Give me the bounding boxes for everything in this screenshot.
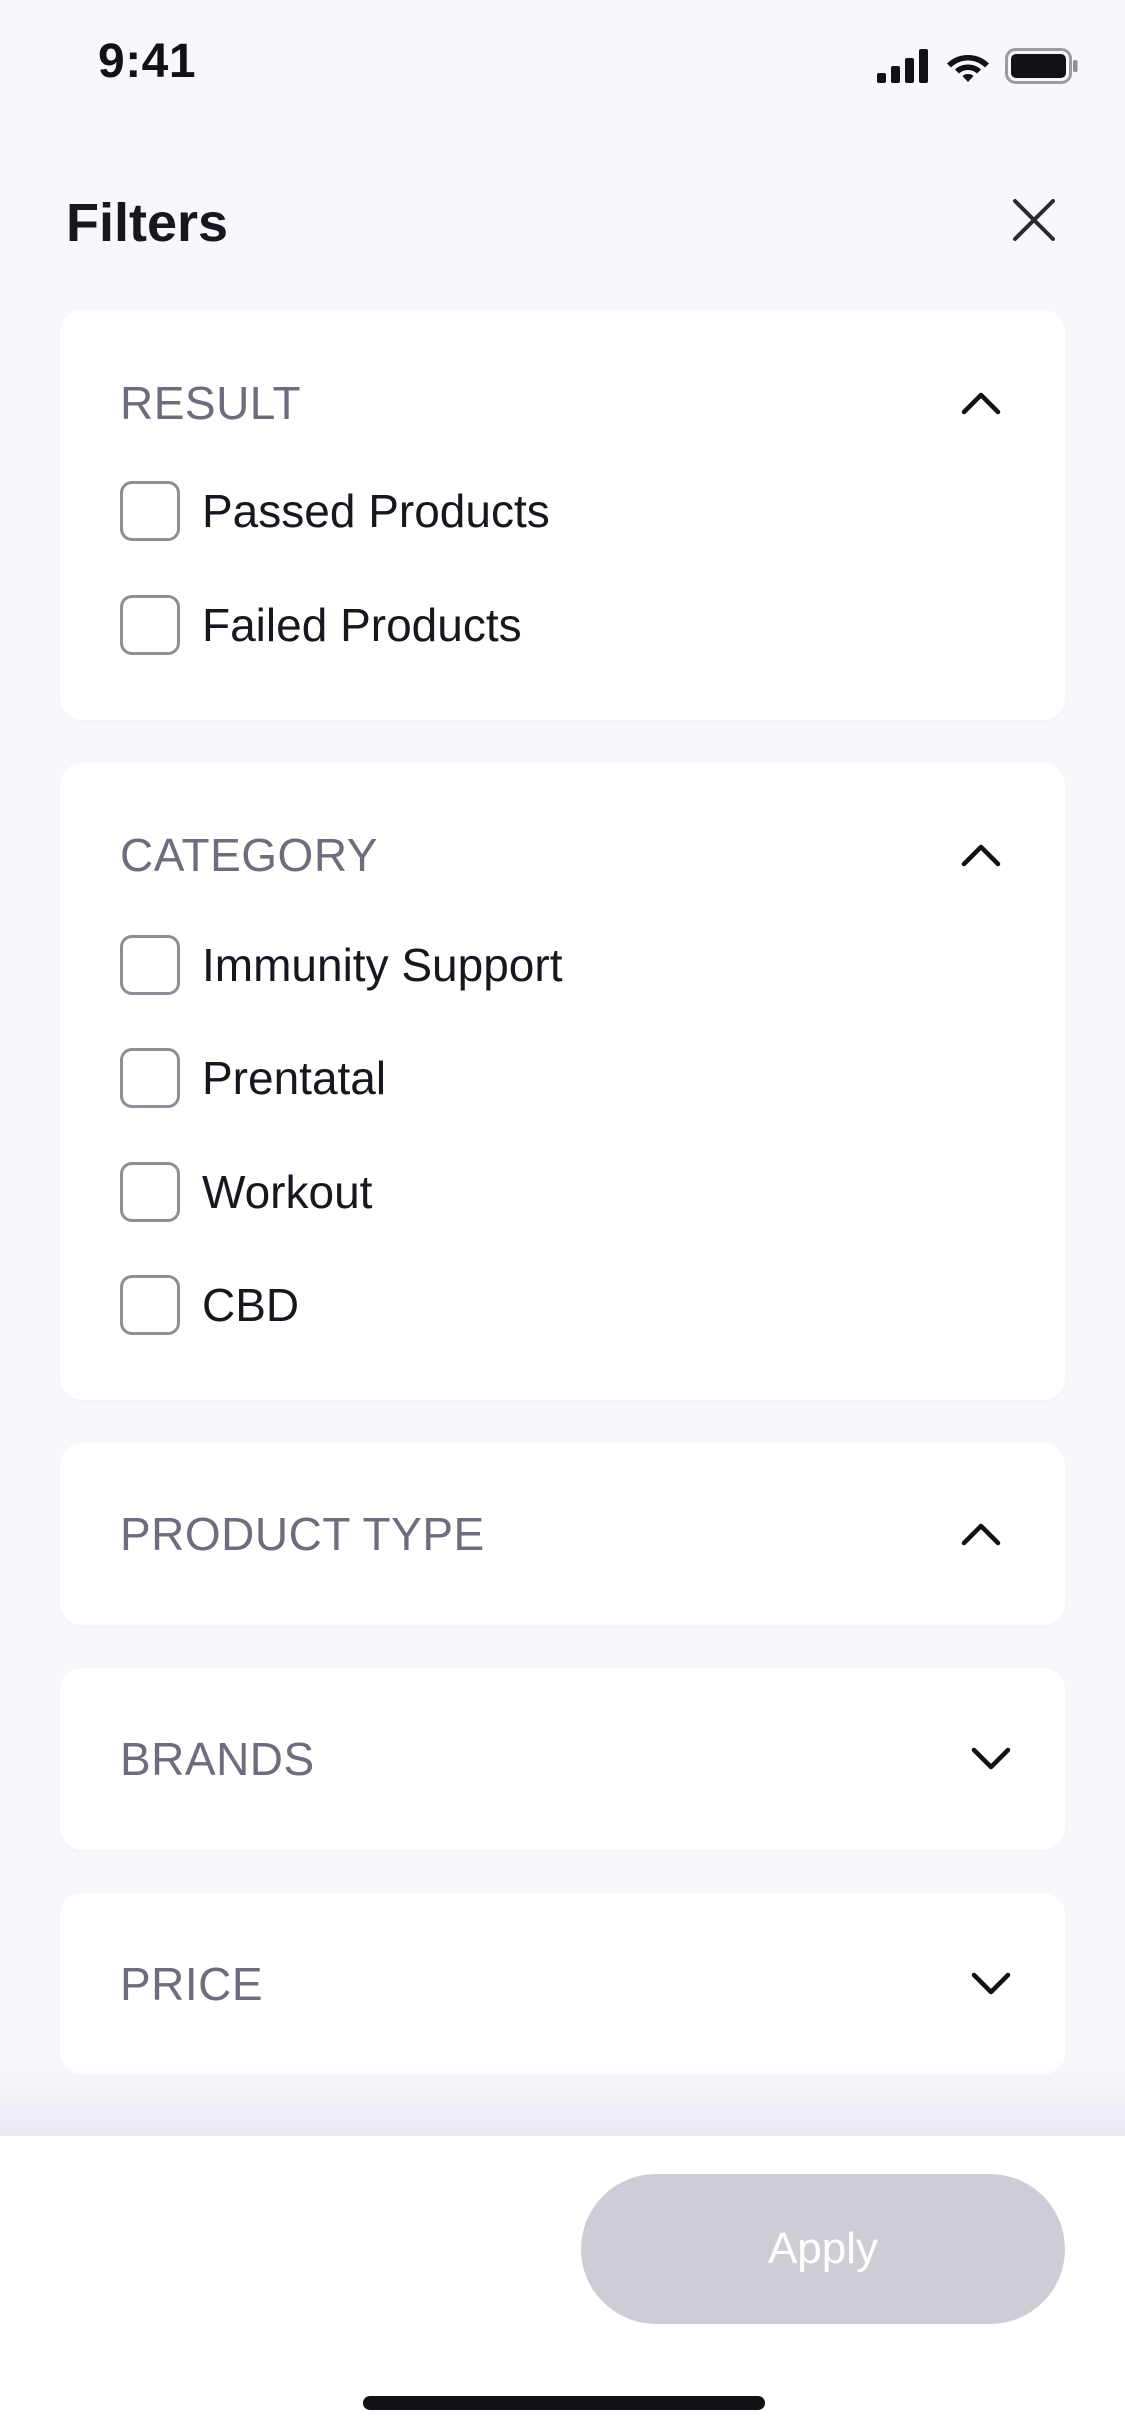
- home-indicator: [363, 2396, 765, 2410]
- apply-button[interactable]: Apply: [581, 2174, 1065, 2324]
- signal-icon: [877, 48, 931, 88]
- section-title: PRICE: [120, 1958, 264, 2010]
- checkbox[interactable]: [120, 1275, 180, 1335]
- result-section-header[interactable]: RESULT: [120, 368, 1005, 438]
- option-prentatal[interactable]: Prentatal: [120, 1043, 386, 1113]
- filters-header: Filters: [0, 170, 1125, 270]
- product-type-section-header[interactable]: PRODUCT TYPE: [120, 1499, 1005, 1569]
- chevron-up-icon: [957, 1510, 1005, 1558]
- price-section: PRICE: [60, 1893, 1065, 2075]
- price-section-header[interactable]: PRICE: [120, 1949, 1011, 2019]
- footer-bar: Apply: [0, 2136, 1125, 2436]
- option-cbd[interactable]: CBD: [120, 1270, 299, 1340]
- section-title: CATEGORY: [120, 829, 378, 881]
- result-section: RESULT Passed Products Failed Products: [60, 310, 1065, 720]
- chevron-up-icon: [957, 379, 1005, 427]
- battery-icon: [1005, 47, 1079, 89]
- option-passed-products[interactable]: Passed Products: [120, 476, 550, 546]
- category-section: CATEGORY Immunity Support Prentatal Work…: [60, 763, 1065, 1400]
- status-bar: 9:41: [0, 0, 1125, 132]
- option-label: CBD: [202, 1279, 300, 1331]
- checkbox[interactable]: [120, 1048, 180, 1108]
- product-type-section: PRODUCT TYPE: [60, 1443, 1065, 1625]
- wifi-icon: [945, 49, 991, 88]
- scroll-fade: [0, 2060, 1125, 2140]
- status-time: 9:41: [98, 35, 197, 88]
- close-icon: [1013, 199, 1055, 241]
- option-failed-products[interactable]: Failed Products: [120, 590, 522, 660]
- option-immunity-support[interactable]: Immunity Support: [120, 930, 562, 1000]
- checkbox[interactable]: [120, 935, 180, 995]
- option-workout[interactable]: Workout: [120, 1157, 372, 1227]
- checkbox[interactable]: [120, 481, 180, 541]
- category-section-header[interactable]: CATEGORY: [120, 820, 1005, 890]
- checkbox[interactable]: [120, 1162, 180, 1222]
- brands-section-header[interactable]: BRANDS: [120, 1724, 1011, 1794]
- checkbox[interactable]: [120, 595, 180, 655]
- page-title: Filters: [66, 193, 229, 253]
- option-label: Failed Products: [202, 599, 522, 651]
- option-label: Passed Products: [202, 485, 550, 537]
- option-label: Immunity Support: [202, 939, 563, 991]
- section-title: BRANDS: [120, 1733, 315, 1785]
- chevron-down-icon: [967, 1735, 1015, 1783]
- brands-section: BRANDS: [60, 1668, 1065, 1850]
- option-label: Workout: [202, 1166, 373, 1218]
- section-title: PRODUCT TYPE: [120, 1508, 485, 1560]
- option-label: Prentatal: [202, 1052, 387, 1104]
- chevron-up-icon: [957, 831, 1005, 879]
- chevron-down-icon: [967, 1960, 1015, 2008]
- status-icons: [877, 47, 1079, 89]
- section-title: RESULT: [120, 377, 302, 429]
- close-button[interactable]: [1004, 190, 1064, 250]
